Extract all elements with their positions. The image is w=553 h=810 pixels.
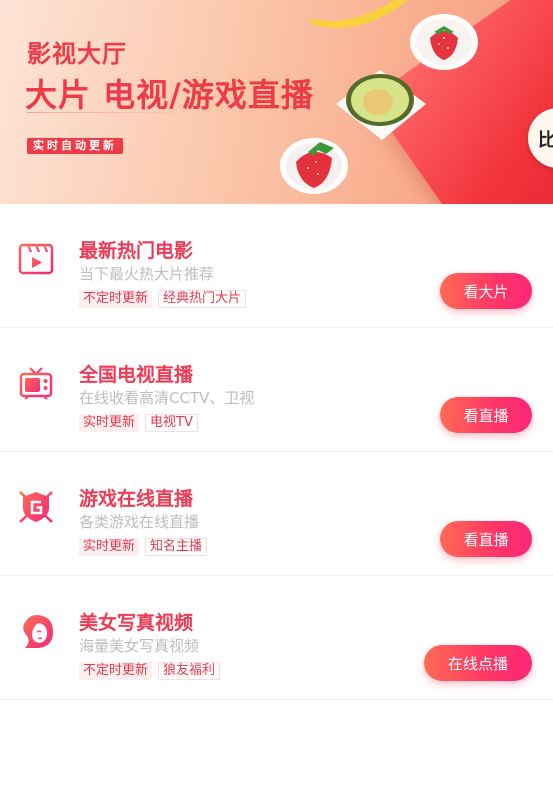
tag: 知名主播 <box>145 538 208 556</box>
film-play-icon <box>18 243 54 275</box>
category-list: 最新热门电影 当下最火热大片推荐 不定时更新 经典热门大片 看大片 全国电视直播… <box>0 204 553 700</box>
banner-divider <box>27 112 199 113</box>
watch-tv-live-button[interactable]: 看直播 <box>440 397 532 433</box>
woman-face-icon <box>23 615 53 648</box>
tag: 不定时更新 <box>79 662 153 680</box>
tag: 不定时更新 <box>79 290 153 308</box>
item-description: 在线收看高清CCTV、卫视 <box>79 389 255 407</box>
tag: 实时更新 <box>79 414 140 432</box>
item-description: 各类游戏在线直播 <box>79 513 200 531</box>
strawberry-bowl-decoration <box>280 138 348 194</box>
item-tags: 实时更新 电视TV <box>79 414 198 432</box>
tag: 实时更新 <box>79 538 140 556</box>
tag: 狼友福利 <box>158 662 221 680</box>
item-title: 全国电视直播 <box>79 364 194 386</box>
watch-game-live-button[interactable]: 看直播 <box>440 521 532 557</box>
list-item-tv[interactable]: 全国电视直播 在线收看高清CCTV、卫视 实时更新 电视TV 看直播 <box>0 328 553 452</box>
hero-banner[interactable]: 比 影视大厅 大片 电视/游戏直播 实时自动更新 <box>0 0 553 204</box>
list-item-photos[interactable]: 美女写真视频 海量美女写真视频 不定时更新 狼友福利 在线点播 <box>0 576 553 700</box>
item-title: 美女写真视频 <box>79 612 194 634</box>
banner-badge: 实时自动更新 <box>27 138 123 154</box>
game-shield-icon <box>19 491 53 523</box>
watch-on-demand-button[interactable]: 在线点播 <box>424 645 532 681</box>
banner-title: 影视大厅 <box>27 40 127 68</box>
list-item-games[interactable]: 游戏在线直播 各类游戏在线直播 实时更新 知名主播 看直播 <box>0 452 553 576</box>
item-description: 海量美女写真视频 <box>79 637 200 655</box>
banner-headline: 大片 电视/游戏直播 <box>25 76 314 114</box>
item-tags: 不定时更新 狼友福利 <box>79 662 221 680</box>
list-item-movies[interactable]: 最新热门电影 当下最火热大片推荐 不定时更新 经典热门大片 看大片 <box>0 204 553 328</box>
item-description: 当下最火热大片推荐 <box>79 265 215 283</box>
tv-icon <box>19 367 53 400</box>
tag: 电视TV <box>145 414 198 432</box>
banana-decoration <box>310 0 408 28</box>
corner-badge-text: 比 <box>538 130 553 151</box>
strawberry-plate-decoration <box>410 14 478 70</box>
item-title: 最新热门电影 <box>79 240 194 262</box>
tag: 经典热门大片 <box>158 290 247 308</box>
item-tags: 实时更新 知名主播 <box>79 538 208 556</box>
item-tags: 不定时更新 经典热门大片 <box>79 290 247 308</box>
watch-movies-button[interactable]: 看大片 <box>440 273 532 309</box>
item-title: 游戏在线直播 <box>79 488 194 510</box>
